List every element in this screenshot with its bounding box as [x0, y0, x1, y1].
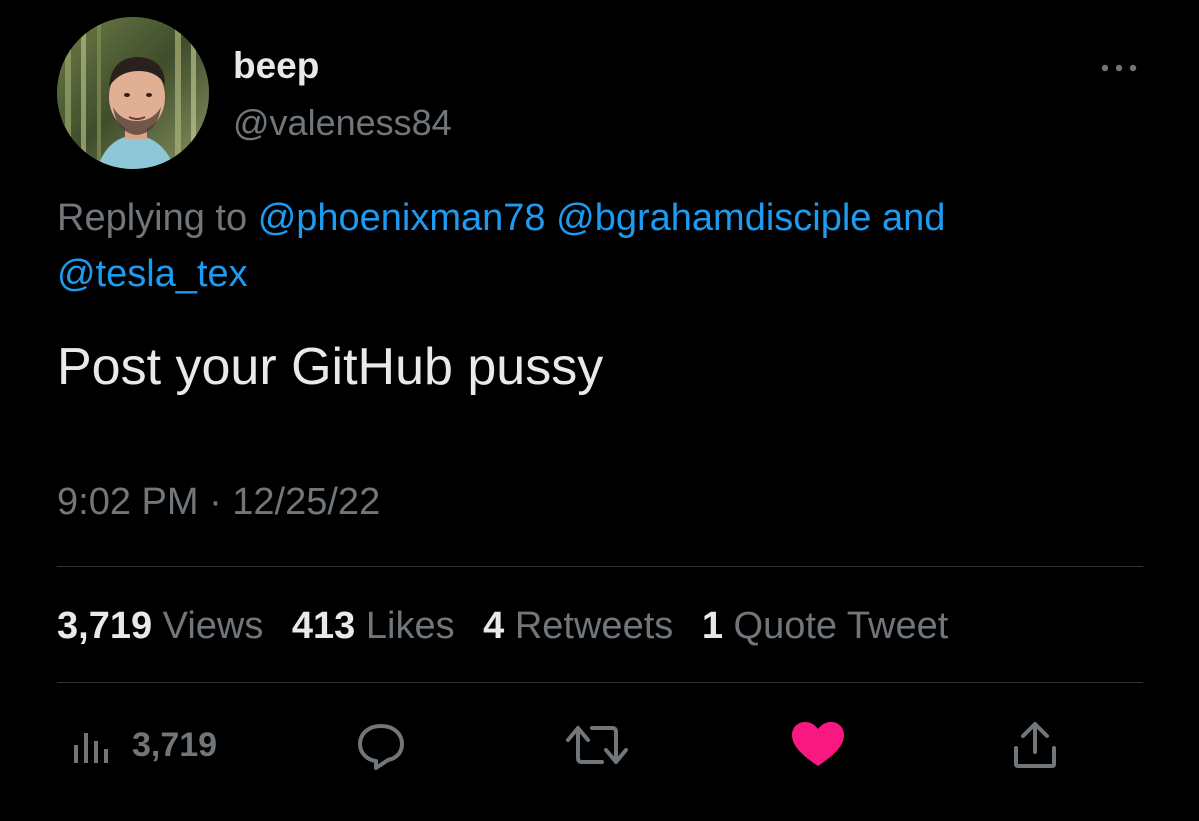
analytics-count: 3,719 — [132, 725, 218, 764]
likes-stat[interactable]: 413 Likes — [292, 605, 455, 647]
reply-button[interactable] — [354, 710, 408, 780]
retweet-button[interactable] — [566, 710, 628, 780]
analytics-icon — [74, 733, 108, 763]
user-handle[interactable]: @valeness84 — [233, 100, 452, 146]
avatar-photo — [57, 17, 209, 169]
views-stat[interactable]: 3,719 Views — [57, 605, 263, 647]
display-name[interactable]: beep — [233, 42, 319, 90]
retweets-count: 4 — [483, 605, 505, 647]
tweet-text: Post your GitHub pussy — [57, 338, 604, 396]
retweets-stat[interactable]: 4 Retweets — [483, 605, 673, 647]
more-horizontal-icon[interactable] — [1095, 58, 1143, 78]
divider — [57, 682, 1143, 683]
like-button[interactable] — [790, 710, 846, 780]
quotes-label: Quote Tweet — [733, 605, 949, 647]
action-bar: 3,719 — [0, 710, 1199, 790]
tweet-detail-view: beep @valeness84 Replying to @phoenixman… — [0, 0, 1199, 821]
mention-link[interactable]: @phoenixman78 — [258, 197, 546, 239]
heart-icon — [792, 722, 844, 766]
likes-label: Likes — [365, 605, 455, 647]
engagement-stats: 3,719 Views 413 Likes 4 Retweets 1 Quote… — [57, 600, 966, 652]
share-icon — [1014, 722, 1056, 768]
retweet-icon — [566, 726, 628, 764]
tweet-timestamp[interactable]: 9:02 PM · 12/25/22 — [57, 476, 380, 528]
views-label: Views — [162, 605, 264, 647]
retweets-label: Retweets — [514, 605, 674, 647]
mention-conjunction[interactable]: and — [882, 197, 945, 239]
quotes-count: 1 — [701, 605, 723, 647]
share-button[interactable] — [1010, 710, 1060, 780]
reply-icon — [358, 724, 404, 770]
divider — [57, 566, 1143, 567]
reply-prefix: Replying to — [57, 197, 248, 239]
avatar[interactable] — [57, 17, 209, 169]
reply-context: Replying to @phoenixman78 @bgrahamdiscip… — [57, 190, 1147, 302]
mention-link[interactable]: @bgrahamdisciple — [556, 197, 871, 239]
analytics-button[interactable]: 3,719 — [68, 710, 217, 780]
quotes-stat[interactable]: 1 Quote Tweet — [702, 605, 948, 647]
views-count: 3,719 — [57, 605, 153, 647]
mention-link[interactable]: @tesla_tex — [57, 253, 248, 295]
likes-count: 413 — [291, 605, 356, 647]
